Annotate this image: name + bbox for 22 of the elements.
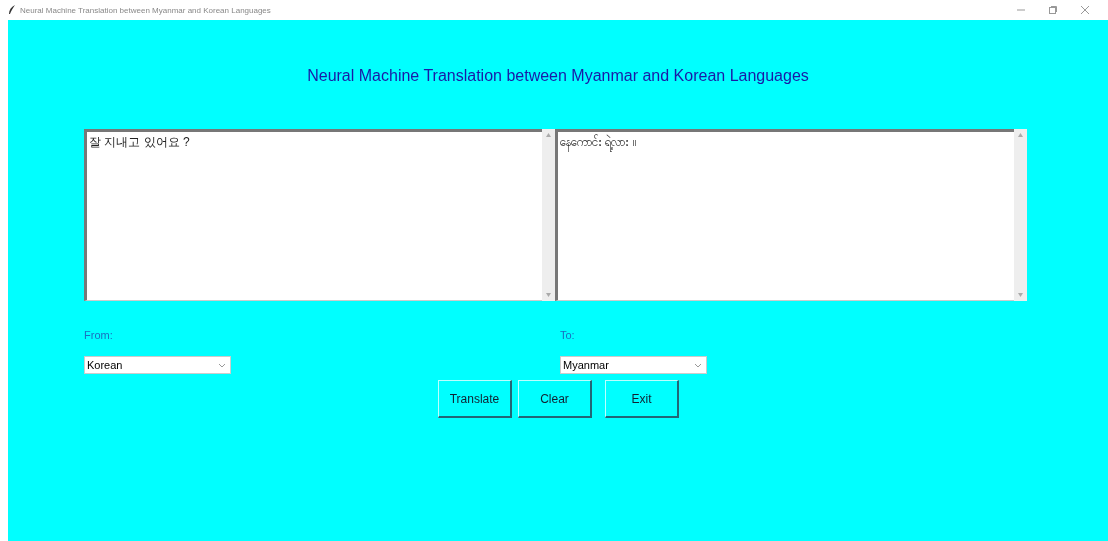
up-arrow-icon[interactable] [1018, 133, 1023, 137]
chevron-icon [218, 362, 226, 368]
scrollbar[interactable] [542, 129, 555, 301]
close-icon[interactable] [1080, 5, 1090, 15]
to-dropdown[interactable]: Myanmar [560, 356, 707, 374]
down-arrow-icon[interactable] [546, 293, 551, 297]
app-heading: Neural Machine Translation between Myanmar and Korean Languages [306, 67, 810, 86]
chevron-icon [694, 362, 702, 368]
up-arrow-icon[interactable] [546, 133, 551, 137]
to-label: To: [560, 329, 575, 341]
from-dropdown[interactable]: Korean [84, 356, 231, 374]
from-label: From: [84, 329, 113, 341]
down-arrow-icon[interactable] [1018, 293, 1023, 297]
action-button[interactable]: Translate [438, 380, 512, 418]
feather-icon [8, 5, 16, 15]
action-button[interactable]: Clear [518, 380, 592, 418]
scrollbar[interactable] [1014, 129, 1027, 301]
restore-icon[interactable] [1048, 5, 1058, 15]
target-text-area[interactable]: နေကောင်း ရဲ့လား ။ [555, 129, 1014, 301]
window-title: Neural Machine Translation between Myanmar and Korean Languages [20, 5, 271, 15]
action-button[interactable]: Exit [605, 380, 679, 418]
source-text-area[interactable]: 잘 지내고 있어요 ? [84, 129, 542, 301]
